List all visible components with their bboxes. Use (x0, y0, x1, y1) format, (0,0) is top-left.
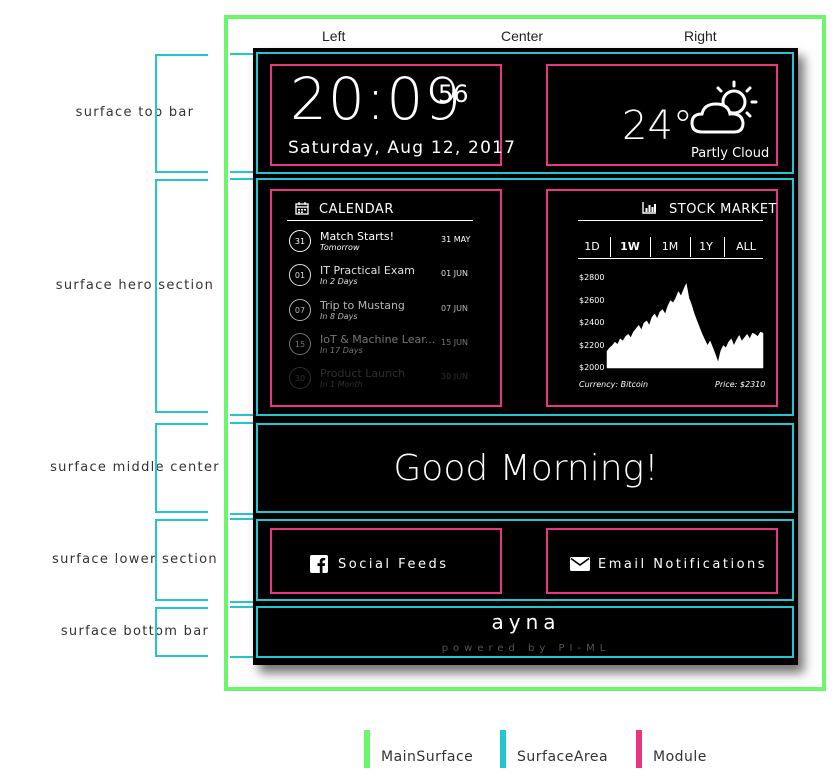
legend-swatch-surfacearea (500, 730, 506, 768)
annotation-brackets (155, 53, 254, 658)
calendar-divider (287, 220, 473, 221)
calendar-event[interactable]: 30 Product Launch In 1 Month 30 JUN (289, 367, 474, 393)
weather-temperature: 24° (622, 103, 693, 149)
legend-label-surfacearea: SurfaceArea (517, 749, 609, 765)
range-button-1y[interactable]: 1Y (692, 236, 720, 258)
event-date: 15 JUN (441, 338, 468, 347)
legend-label-mainsurface: MainSurface (381, 749, 474, 765)
range-separator (724, 237, 725, 257)
calendar-event[interactable]: 07 Trip to Mustang In 8 Days 07 JUN (289, 299, 474, 325)
stock-area-chart (606, 282, 764, 369)
column-label-center: Center (501, 28, 544, 44)
range-button-1m[interactable]: 1M (652, 236, 688, 258)
range-button-1w[interactable]: 1W (612, 236, 648, 258)
range-separator (610, 237, 611, 257)
y-tick-label: $2200 (579, 341, 605, 350)
weather-condition: Partly Cloud (691, 146, 770, 161)
stock-divider (578, 220, 763, 221)
column-label-left: Left (322, 28, 346, 44)
stock-title: STOCK MARKET (669, 202, 777, 217)
envelope-icon (570, 557, 590, 571)
event-relative: Tomorrow (320, 243, 360, 252)
range-separator (650, 237, 651, 257)
y-tick-label: $2800 (579, 273, 605, 282)
partly-cloudy-icon (690, 80, 758, 134)
clock-date: Saturday, Aug 12, 2017 (288, 138, 517, 158)
greeting-text: Good Morning! (393, 448, 659, 489)
legend-swatch-module (636, 730, 642, 768)
legend-label-module: Module (653, 749, 707, 765)
event-relative: In 2 Days (320, 277, 358, 286)
event-day: 15 (289, 333, 311, 355)
calendar-event[interactable]: 31 Match Starts! Tomorrow 31 MAY (289, 230, 474, 256)
event-relative: In 17 Days (320, 346, 363, 355)
event-title: IT Practical Exam (320, 264, 415, 277)
range-underline (578, 258, 763, 259)
y-tick-label: $2400 (579, 318, 605, 327)
y-tick-label: $2000 (579, 363, 605, 372)
powered-by: powered by PI-ML (441, 643, 611, 654)
event-day: 07 (289, 299, 311, 321)
column-label-right: Right (684, 28, 717, 44)
bar-chart-icon (642, 202, 656, 214)
event-title: Match Starts! (320, 230, 395, 243)
social-feeds-label[interactable]: Social Feeds (338, 557, 448, 572)
calendar-event[interactable]: 01 IT Practical Exam In 2 Days 01 JUN (289, 264, 474, 290)
clock-seconds: 56 (438, 80, 469, 108)
legend-swatch-mainsurface (364, 730, 370, 768)
stock-price-area (606, 282, 764, 369)
event-title: IoT & Machine Lear... (320, 333, 436, 346)
event-date: 07 JUN (441, 304, 468, 313)
event-day: 31 (289, 230, 311, 252)
event-date: 01 JUN (441, 269, 468, 278)
brand-name: ayna (491, 610, 561, 634)
clock-time: 20:09 (290, 65, 463, 133)
event-day: 01 (289, 264, 311, 286)
event-relative: In 1 Month (320, 380, 363, 389)
range-button-1d[interactable]: 1D (578, 236, 606, 258)
stock-currency: Currency: Bitcoin (579, 380, 649, 389)
event-title: Product Launch (320, 367, 406, 380)
event-relative: In 8 Days (320, 312, 358, 321)
range-button-all[interactable]: ALL (728, 236, 764, 258)
email-notifications-label[interactable]: Email Notifications (598, 557, 767, 572)
range-separator (690, 237, 691, 257)
calendar-title: CALENDAR (319, 202, 394, 217)
calendar-event[interactable]: 15 IoT & Machine Lear... In 17 Days 15 J… (289, 333, 474, 359)
event-day: 30 (289, 367, 311, 389)
event-date: 30 JUN (441, 372, 468, 381)
event-date: 31 MAY (441, 235, 471, 244)
y-tick-label: $2600 (579, 296, 605, 305)
event-title: Trip to Mustang (320, 299, 405, 312)
calendar-icon (295, 202, 309, 215)
stock-price: Price: $2310 (715, 380, 766, 389)
facebook-icon (310, 555, 328, 573)
